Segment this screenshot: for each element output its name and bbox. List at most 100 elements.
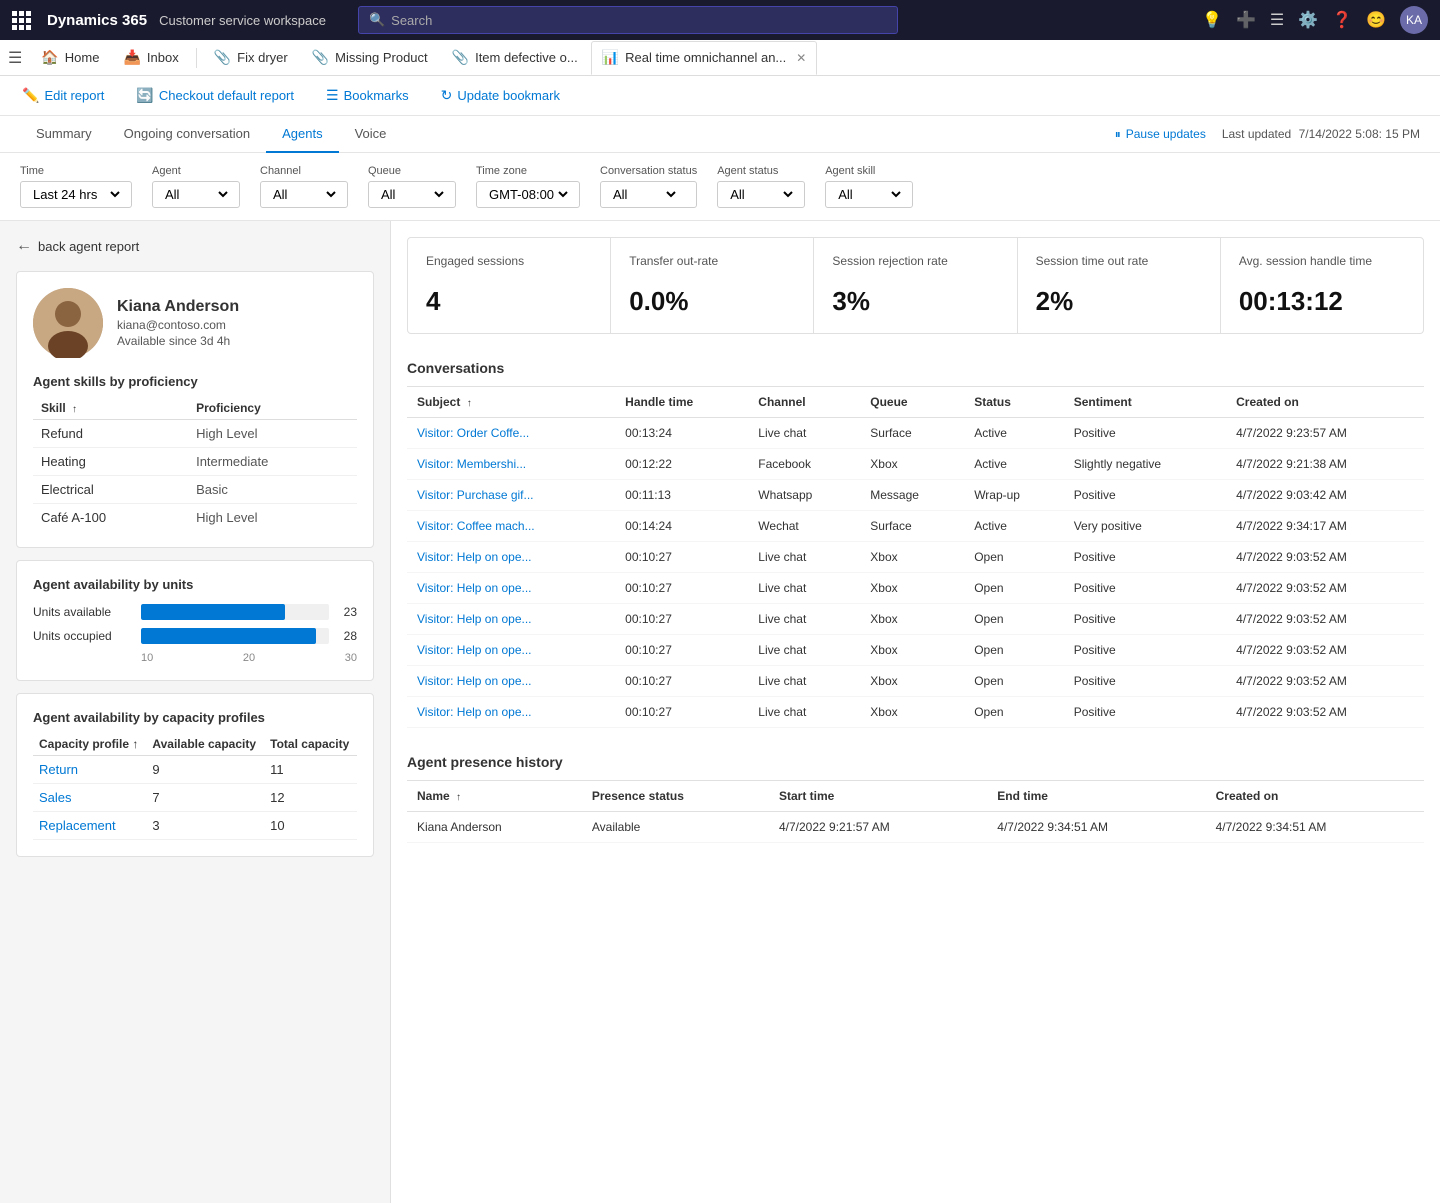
conversations-scroll[interactable]: Subject ↑ Handle time Channel Queue Stat…: [407, 387, 1424, 728]
filter-agent-dropdown[interactable]: All: [161, 186, 231, 203]
conv-subject-link[interactable]: Visitor: Help on ope...: [407, 572, 615, 603]
filter-agent-label: Agent: [152, 165, 240, 177]
capacity-card: Agent availability by capacity profiles …: [16, 693, 374, 857]
capacity-profile-link[interactable]: Return: [33, 756, 146, 784]
pause-updates-button[interactable]: ⏸ Pause updates: [1115, 127, 1206, 142]
lightbulb-icon[interactable]: 💡: [1202, 10, 1222, 30]
conv-subject-link[interactable]: Visitor: Help on ope...: [407, 541, 615, 572]
update-bookmark-button[interactable]: ↻ Update bookmark: [435, 83, 566, 108]
filter-channel-dropdown[interactable]: All: [269, 186, 339, 203]
pres-col-created: Created on: [1206, 781, 1424, 812]
search-input[interactable]: [391, 13, 887, 28]
conversations-table: Subject ↑ Handle time Channel Queue Stat…: [407, 387, 1424, 728]
conv-sentiment: Positive: [1064, 634, 1226, 665]
conv-status: Active: [964, 417, 1064, 448]
filter-time: Time Last 24 hrs Last 7 days Last 30 day…: [20, 165, 132, 208]
conv-subject-link[interactable]: Visitor: Coffee mach...: [407, 510, 615, 541]
filter-agent-status-select[interactable]: All: [717, 181, 805, 208]
sort-icon[interactable]: ↑: [72, 404, 77, 415]
filter-agent-status-dropdown[interactable]: All: [726, 186, 796, 203]
filter-timezone-select[interactable]: GMT-08:00 GMT-05:00 UTC: [476, 181, 580, 208]
conv-sentiment: Positive: [1064, 665, 1226, 696]
filter-queue-select[interactable]: All: [368, 181, 456, 208]
filter-time-select[interactable]: Last 24 hrs Last 7 days Last 30 days: [20, 181, 132, 208]
search-bar[interactable]: 🔍: [358, 6, 898, 34]
conv-col-subject: Subject ↑: [407, 387, 615, 418]
conv-created: 4/7/2022 9:34:17 AM: [1226, 510, 1424, 541]
conv-created: 4/7/2022 9:03:52 AM: [1226, 665, 1424, 696]
metric-value: 2%: [1036, 286, 1202, 317]
metric-title: Transfer out-rate: [629, 254, 795, 270]
tab-inbox[interactable]: 📥 Inbox: [112, 41, 189, 75]
checkout-report-button[interactable]: 🔄 Checkout default report: [130, 83, 300, 108]
left-panel: ← back agent report Kiana Anderson kiana…: [0, 221, 390, 1203]
capacity-total: 11: [264, 756, 357, 784]
back-link[interactable]: ← back agent report: [16, 237, 374, 255]
conv-subject-link[interactable]: Visitor: Order Coffe...: [407, 417, 615, 448]
tab-item-defective[interactable]: 📎 Item defective o...: [441, 41, 589, 75]
conv-col-status: Status: [964, 387, 1064, 418]
cap-sort-icon[interactable]: ↑: [132, 737, 138, 751]
filter-conv-status-dropdown[interactable]: All: [609, 186, 679, 203]
tab-close-icon[interactable]: ✕: [796, 51, 806, 65]
conv-subject-link[interactable]: Visitor: Help on ope...: [407, 665, 615, 696]
settings-icon[interactable]: ⚙️: [1298, 10, 1318, 30]
bookmarks-button[interactable]: ☰ Bookmarks: [320, 83, 415, 108]
edit-report-button[interactable]: ✏️ Edit report: [16, 83, 110, 108]
conv-subject-link[interactable]: Visitor: Purchase gif...: [407, 479, 615, 510]
tab-realtime-report[interactable]: 📊 Real time omnichannel an... ✕: [591, 41, 818, 75]
tab-missing-product[interactable]: 📎 Missing Product: [301, 41, 439, 75]
filter-conv-status-select[interactable]: All: [600, 181, 697, 208]
hamburger-icon[interactable]: ☰: [8, 48, 22, 68]
conv-handle-time: 00:12:22: [615, 448, 748, 479]
conv-subject-link[interactable]: Visitor: Membershi...: [407, 448, 615, 479]
filter-timezone-dropdown[interactable]: GMT-08:00 GMT-05:00 UTC: [485, 186, 571, 203]
conv-queue: Xbox: [860, 541, 964, 572]
conv-queue: Xbox: [860, 634, 964, 665]
filter-queue-dropdown[interactable]: All: [377, 186, 447, 203]
tab-summary[interactable]: Summary: [20, 116, 108, 153]
conv-subject-link[interactable]: Visitor: Help on ope...: [407, 634, 615, 665]
table-row: RefundHigh Level: [33, 420, 357, 448]
user-avatar[interactable]: KA: [1400, 6, 1428, 34]
tab-fix-dryer[interactable]: 📎 Fix dryer: [203, 41, 299, 75]
metric-value: 4: [426, 286, 592, 317]
filter-agent-skill: Agent skill All: [825, 165, 913, 208]
table-row: HeatingIntermediate: [33, 448, 357, 476]
help-icon[interactable]: ❓: [1332, 10, 1352, 30]
conv-subject-link[interactable]: Visitor: Help on ope...: [407, 603, 615, 634]
add-icon[interactable]: ➕: [1236, 10, 1256, 30]
capacity-profile-link[interactable]: Sales: [33, 784, 146, 812]
skills-table: Skill ↑ Proficiency RefundHigh LevelHeat…: [33, 397, 357, 531]
conv-handle-time: 00:10:27: [615, 603, 748, 634]
pres-sort-name[interactable]: ↑: [456, 792, 461, 803]
filter-timezone: Time zone GMT-08:00 GMT-05:00 UTC: [476, 165, 580, 208]
tab-home[interactable]: 🏠 Home: [30, 41, 110, 75]
conv-sort-subject[interactable]: ↑: [467, 398, 472, 409]
metric-card: Transfer out-rate0.0%: [611, 238, 813, 333]
menu-icon[interactable]: ☰: [1270, 10, 1284, 30]
tab-ongoing[interactable]: Ongoing conversation: [108, 116, 266, 153]
conv-sentiment: Positive: [1064, 541, 1226, 572]
feedback-icon[interactable]: 😊: [1366, 10, 1386, 30]
table-row: Sales712: [33, 784, 357, 812]
table-row: ElectricalBasic: [33, 476, 357, 504]
presence-scroll[interactable]: Name ↑ Presence status Start time End ti…: [407, 781, 1424, 843]
filter-channel-select[interactable]: All: [260, 181, 348, 208]
agent-avatar: [33, 288, 103, 358]
filter-time-dropdown[interactable]: Last 24 hrs Last 7 days Last 30 days: [29, 186, 123, 203]
tab-agents[interactable]: Agents: [266, 116, 338, 153]
agent-name: Kiana Anderson: [117, 298, 239, 316]
filter-agent-skill-select[interactable]: All: [825, 181, 913, 208]
pres-start: 4/7/2022 9:21:57 AM: [769, 811, 987, 842]
filter-agent-select[interactable]: All: [152, 181, 240, 208]
conv-subject-link[interactable]: Visitor: Help on ope...: [407, 696, 615, 727]
bar-label: Units occupied: [33, 629, 133, 643]
back-link-label: back agent report: [38, 239, 139, 254]
tab-fix-dryer-label: Fix dryer: [237, 50, 288, 65]
app-grid-icon[interactable]: [12, 11, 31, 30]
tab-voice[interactable]: Voice: [339, 116, 403, 153]
capacity-title: Agent availability by capacity profiles: [33, 710, 357, 725]
filter-agent-skill-dropdown[interactable]: All: [834, 186, 904, 203]
capacity-profile-link[interactable]: Replacement: [33, 812, 146, 840]
